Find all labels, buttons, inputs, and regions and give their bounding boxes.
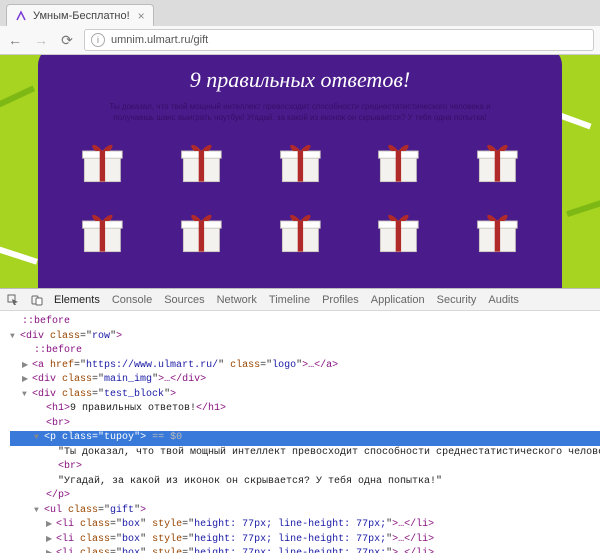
expand-icon[interactable]	[22, 373, 32, 388]
inspect-icon[interactable]	[6, 293, 20, 307]
dom-text[interactable]: "Угадай, за какой из иконок он скрываетс…	[58, 476, 442, 487]
dom-node[interactable]: <ul class="gift">	[44, 505, 146, 516]
devtools-tabs: Elements Console Sources Network Timelin…	[54, 294, 519, 306]
tab-close-icon[interactable]: ×	[130, 9, 145, 23]
devtools-tab-timeline[interactable]: Timeline	[269, 294, 310, 306]
dom-node[interactable]: <div class="row">	[20, 331, 122, 342]
devtools-tab-console[interactable]: Console	[112, 294, 152, 306]
tab-title: Умным-Бесплатно!	[33, 10, 130, 22]
devtools-tab-elements[interactable]: Elements	[54, 294, 100, 306]
browser-tab[interactable]: Умным-Бесплатно! ×	[6, 4, 154, 26]
elements-tree[interactable]: ::before <div class="row"> ::before <a h…	[0, 311, 600, 553]
back-button[interactable]: ←	[6, 31, 24, 49]
result-subtext: Ты доказал, что твой мощный интеллект пр…	[90, 101, 510, 123]
reload-button[interactable]: ⟳	[58, 31, 76, 49]
devtools-tab-profiles[interactable]: Profiles	[322, 294, 359, 306]
dom-node[interactable]: <h1>9 правильных ответов!</h1>	[46, 403, 226, 414]
devtools-tab-network[interactable]: Network	[217, 294, 257, 306]
browser-chrome: Умным-Бесплатно! × ← → ⟳ i umnim.ulmart.…	[0, 0, 600, 55]
dom-node[interactable]: <div class="main_img">…</div>	[32, 374, 206, 385]
expand-icon[interactable]	[46, 547, 56, 553]
dom-node[interactable]: <br>	[46, 418, 70, 429]
dom-node[interactable]: <li class="box" style="height: 77px; lin…	[56, 534, 434, 545]
dom-node[interactable]: <li class="box" style="height: 77px; lin…	[56, 519, 434, 530]
dom-pseudo: ::before	[34, 345, 82, 356]
devtools-tab-audits[interactable]: Audits	[488, 294, 519, 306]
gift-box[interactable]	[62, 203, 143, 257]
expand-icon[interactable]	[34, 504, 44, 519]
url-field[interactable]: i umnim.ulmart.ru/gift	[84, 29, 594, 51]
device-toggle-icon[interactable]	[30, 293, 44, 307]
gift-box[interactable]	[260, 203, 341, 257]
devtools-panel: Elements Console Sources Network Timelin…	[0, 288, 600, 553]
dom-pseudo: ::before	[22, 316, 70, 327]
gift-box[interactable]	[62, 133, 143, 187]
url-text: umnim.ulmart.ru/gift	[111, 34, 208, 46]
expand-icon[interactable]	[34, 431, 44, 446]
gift-box[interactable]	[260, 133, 341, 187]
expand-icon[interactable]	[22, 359, 32, 374]
gift-grid	[62, 133, 538, 257]
dom-node[interactable]: <br>	[58, 461, 82, 472]
forward-button[interactable]: →	[32, 31, 50, 49]
dom-node-selected[interactable]: <p class="tupoy"> == $0	[44, 432, 182, 443]
result-heading: 9 правильных ответов!	[62, 67, 538, 93]
expand-icon[interactable]	[10, 330, 20, 345]
expand-icon[interactable]	[46, 533, 56, 548]
result-card: 9 правильных ответов! Ты доказал, что тв…	[38, 55, 562, 288]
dom-node[interactable]: <a href="https://www.ulmart.ru/" class="…	[32, 360, 338, 371]
gift-box[interactable]	[358, 133, 439, 187]
dom-node[interactable]: <div class="test_block">	[32, 389, 176, 400]
gift-box[interactable]	[457, 203, 538, 257]
site-info-icon[interactable]: i	[91, 33, 105, 47]
dom-node[interactable]: </p>	[46, 490, 70, 501]
page-viewport: 9 правильных ответов! Ты доказал, что тв…	[0, 55, 600, 288]
tab-bar: Умным-Бесплатно! ×	[0, 0, 600, 26]
gift-box[interactable]	[161, 203, 242, 257]
favicon-icon	[15, 10, 27, 22]
devtools-tab-application[interactable]: Application	[371, 294, 425, 306]
gift-box[interactable]	[457, 133, 538, 187]
address-bar: ← → ⟳ i umnim.ulmart.ru/gift	[0, 26, 600, 54]
expand-icon[interactable]	[46, 518, 56, 533]
gift-box[interactable]	[161, 133, 242, 187]
gift-box[interactable]	[358, 203, 439, 257]
devtools-tab-security[interactable]: Security	[437, 294, 477, 306]
devtools-tab-sources[interactable]: Sources	[164, 294, 204, 306]
dom-text[interactable]: "Ты доказал, что твой мощный интеллект п…	[58, 447, 600, 458]
devtools-toolbar: Elements Console Sources Network Timelin…	[0, 289, 600, 311]
expand-icon[interactable]	[22, 388, 32, 403]
